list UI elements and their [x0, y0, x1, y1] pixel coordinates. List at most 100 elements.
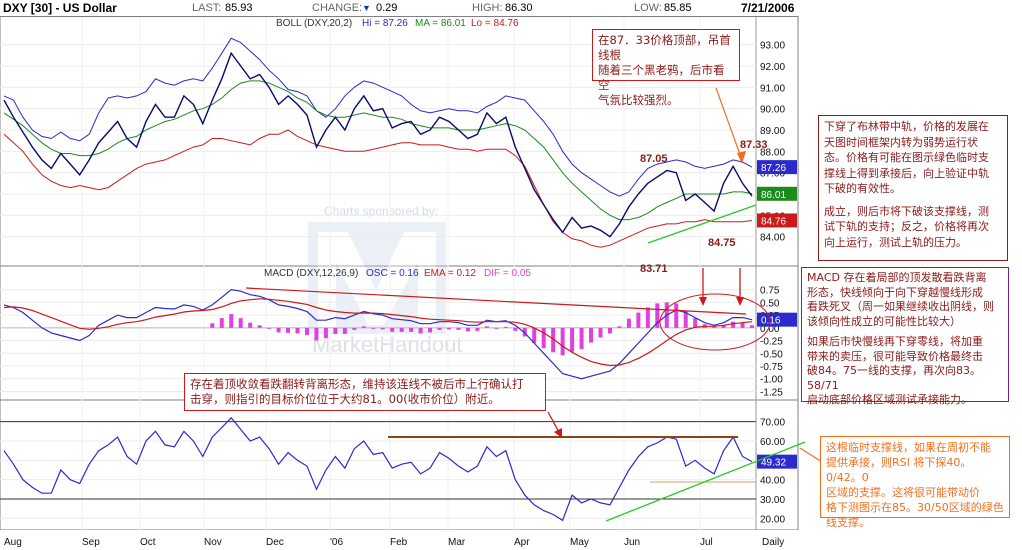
macd-hist-bar: [418, 327, 423, 334]
price-mark-87-05: 87.05: [640, 153, 668, 165]
macd-hist-bar: [390, 327, 395, 332]
macd-hist-bar: [352, 327, 357, 330]
macd-hist-bar: [399, 327, 404, 332]
macd-hist-bar: [598, 327, 603, 338]
macd-legend-ema: EMA = 0.12: [424, 268, 476, 279]
x-tick-label: Daily: [762, 537, 784, 548]
macd-hist-bar: [645, 307, 650, 328]
y-tick-label: 89.00: [760, 126, 785, 137]
annotation-orange-line: 线支撑。: [826, 516, 870, 529]
annotation-boll-line: 下破的有效性。: [824, 182, 901, 195]
macd-hist-bar: [447, 327, 452, 330]
macd-hist-bar: [693, 318, 698, 328]
macd-hist-bar: [409, 327, 414, 332]
annotation-boll-line: 天图时间框架内转为弱势运行状: [824, 135, 978, 149]
macd-hist-bar: [740, 322, 745, 328]
x-tick-label: Apr: [514, 537, 530, 548]
macd-hist-bar: [626, 318, 631, 328]
y-tick-label: 92.00: [760, 62, 785, 73]
macd-hist-bar: [248, 322, 253, 328]
macd-hist-bar: [750, 325, 754, 328]
macd-hist-bar: [513, 327, 518, 331]
x-tick-label: Jul: [700, 537, 713, 548]
arrow-orange-box: [799, 447, 823, 463]
macd-hist-bar: [494, 327, 499, 329]
boll-legend-hi: Hi = 87.26: [362, 18, 408, 29]
macd-hist-bar: [589, 327, 594, 343]
value-tag-label: 49.32: [761, 458, 786, 469]
macd-hist-bar: [570, 327, 575, 352]
macd-hist-bar: [304, 327, 309, 335]
annotation-top-line: 随着三个黑老鸦，后市看空: [598, 63, 725, 92]
y-tick-label: 0.75: [760, 286, 780, 297]
macd-hist-bar: [607, 327, 612, 334]
macd-hist-bar: [210, 323, 215, 328]
annotation-orange-line: 这根临时支撑线，如果在周初不能: [826, 441, 991, 454]
boll-legend-name: BOLL (DXY,20,2): [276, 18, 352, 29]
value-tag-label: 84.76: [761, 216, 786, 227]
macd-hist-bar: [219, 318, 224, 328]
annotation-top-line: 气氛比较强烈。: [598, 93, 679, 107]
annotation-rsi-support: 这根临时支撑线，如果在周初不能 提供承接，则RSI 将下探40。0/42。0 区…: [820, 436, 1010, 529]
x-tick-label: Dec: [266, 537, 284, 548]
y-tick-label: 84.00: [760, 233, 785, 244]
change-value: 0.29: [376, 2, 398, 14]
annotation-boll-line: 试下轨的支持；反之，价格将再次: [824, 220, 989, 233]
macd-hist-bar: [257, 325, 262, 328]
x-tick-label: Aug: [4, 537, 22, 548]
annotation-macd-line: 带来的卖压，很可能导致价格最终击: [807, 349, 983, 363]
y-tick-label: -1.25: [760, 387, 783, 398]
macd-hist-bar: [465, 327, 470, 332]
x-tick-label: Nov: [204, 537, 222, 548]
macd-hist-bar: [579, 327, 584, 350]
boll-legend: BOLL (DXY,20,2) Hi = 87.26 MA = 86.01 Lo…: [276, 18, 519, 29]
boll-legend-lo: Lo = 84.76: [471, 18, 519, 29]
annotation-boll-line: 撑线上得到承接后，向上验证中轨: [824, 166, 989, 180]
annotation-macd-line: 形态，快线倾向于向下穿越慢线形成: [807, 285, 983, 299]
macd-hist-bar: [674, 303, 679, 328]
macd-legend-name: MACD (DXY,12,26,9): [264, 268, 358, 279]
y-tick-label: -1.00: [760, 375, 783, 386]
macd-hist-bar: [323, 327, 328, 338]
macd-hist-bar: [276, 327, 281, 333]
annotation-macd-line: 破84。75一线的支撑，再次向83。58/71: [807, 364, 981, 392]
y-tick-label: 60.00: [760, 437, 785, 448]
chart-root: Charts sponsored by: MarketHandout 93.00…: [0, 0, 1022, 550]
x-tick-label: Feb: [390, 537, 408, 548]
annotation-orange-line: 区域的支撑。这将很可能带动价: [826, 486, 980, 499]
macd-hist-bar: [380, 327, 385, 330]
annotation-macd-line: 看跌死叉（周一如果继续收出阴线，则: [807, 300, 994, 313]
annotation-orange-line: 提供承接，则RSI 将下探40。0/42。0: [826, 456, 972, 484]
macd-hist-bar: [617, 326, 622, 328]
macd-legend-osc: OSC = 0.16: [366, 268, 419, 279]
high-label: HIGH:: [472, 2, 503, 14]
macd-hist-bar: [286, 327, 291, 333]
header-date: 7/21/2006: [741, 1, 795, 15]
y-tick-label: -0.75: [760, 362, 783, 373]
annotation-macd: MACD 存在着局部的顶发散看跌背离 形态，快线倾向于向下穿越慢线形成 看跌死叉…: [801, 267, 1009, 406]
annotation-boll-line: 态。价格有可能在图示绿色临时支: [824, 151, 989, 164]
y-tick-label: 93.00: [760, 41, 785, 52]
annotation-macd-line: 如果后市快慢线再下穿零线，将加重: [807, 335, 983, 348]
macd-hist-bar: [475, 327, 480, 331]
low-label: LOW:: [634, 2, 662, 14]
price-mark-84-75: 84.75: [708, 237, 736, 249]
macd-hist-bar: [229, 314, 234, 328]
macd-hist-bar: [503, 326, 508, 328]
annotation-macd-line: MACD 存在着局部的顶发散看跌背离: [807, 271, 987, 284]
boll-legend-ma: MA = 86.01: [415, 18, 466, 29]
macd-hist-bar: [456, 327, 461, 330]
last-label: LAST:: [192, 2, 222, 14]
symbol-title: DXY [30] - US Dollar: [3, 1, 117, 15]
macd-hist-bar: [295, 327, 300, 334]
annotation-boll-line: 下穿了布林带中轨，价格的发展在: [824, 120, 989, 133]
macd-legend-dif: DIF = 0.05: [484, 268, 531, 279]
y-tick-label: 90.00: [760, 105, 785, 116]
macd-legend: MACD (DXY,12,26,9) OSC = 0.16 EMA = 0.12…: [264, 268, 531, 279]
x-tick-label: Oct: [140, 537, 156, 548]
macd-hist-bar: [333, 327, 338, 334]
annotation-boll-line: 向上运行，测试上轨的压力。: [824, 235, 967, 249]
annotation-boll-line: [824, 197, 1002, 204]
annotation-top-line: 在87．33价格顶部，吊首线根: [598, 33, 731, 62]
macd-hist-bar: [361, 326, 366, 328]
